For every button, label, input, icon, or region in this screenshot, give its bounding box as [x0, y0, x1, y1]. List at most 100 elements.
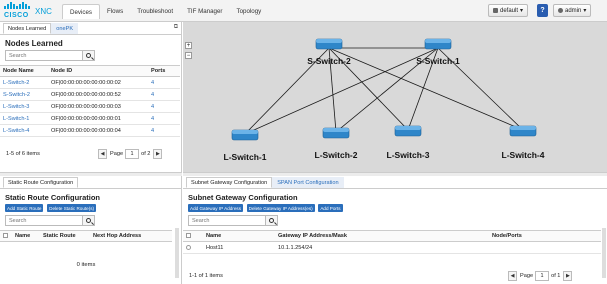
table-row: S-Switch-2 OF|00:00:00:00:00:00:00:52 4 — [0, 88, 180, 101]
row-select-cell — [183, 241, 203, 254]
delete-static-route-button[interactable]: Delete Static Route(s) — [47, 204, 97, 212]
switch-label: L-Switch-3 — [387, 150, 430, 160]
nodes-panel: Nodes Learned onePK ⧉ Nodes Learned Node… — [0, 22, 182, 172]
nav-tab-flows[interactable]: Flows — [100, 4, 130, 19]
logo-text: CISCO — [4, 12, 29, 19]
select-all-checkbox[interactable] — [3, 233, 8, 239]
static-route-search-input[interactable] — [5, 215, 83, 226]
table-row: Host11 10.1.1.254/24 — [183, 241, 601, 254]
add-ports-button[interactable]: Add Ports — [318, 204, 343, 212]
node-name-link[interactable]: S-Switch-2 — [0, 88, 48, 101]
select-all-checkbox[interactable] — [186, 233, 191, 239]
switch-icon-l1[interactable] — [231, 129, 259, 141]
subnet-table: Name Gateway IP Address/Mask Node/Ports … — [183, 230, 601, 254]
switch-icon-l2[interactable] — [322, 127, 350, 139]
node-name-link[interactable]: L-Switch-2 — [0, 76, 48, 89]
col-name[interactable]: Name — [12, 230, 40, 242]
search-icon — [269, 218, 274, 223]
topology-graph: S-Switch-2 S-Switch-1 L-Switch-1 L-Switc… — [224, 38, 545, 162]
nodes-search — [5, 50, 95, 61]
col-gateway[interactable]: Gateway IP Address/Mask — [275, 230, 489, 242]
scrollbar[interactable] — [602, 228, 606, 278]
tab-static-route[interactable]: Static Route Configuration — [3, 177, 79, 188]
static-route-table: Name Static Route Next Hop Address — [0, 230, 172, 242]
switch-icon-l4[interactable] — [509, 125, 537, 137]
nav-tab-tif-manager[interactable]: TIF Manager — [180, 4, 229, 19]
gateway-ports — [489, 241, 601, 254]
col-name[interactable]: Name — [203, 230, 275, 242]
ports-link[interactable]: 4 — [148, 76, 180, 89]
col-node-name[interactable]: Node Name — [0, 65, 48, 77]
gateway-name: Host11 — [203, 241, 275, 254]
tab-onepk[interactable]: onePK — [51, 23, 79, 34]
main-nav: Devices Flows Troubleshoot TIF Manager T… — [62, 4, 268, 19]
search-icon — [86, 218, 91, 223]
nodes-subtabs: Nodes Learned onePK ⧉ — [0, 22, 181, 35]
col-static-route[interactable]: Static Route — [40, 230, 90, 242]
ports-link[interactable]: 4 — [148, 88, 180, 101]
node-name-link[interactable]: L-Switch-3 — [0, 100, 48, 113]
profile-dropdown[interactable]: default ▾ — [488, 4, 529, 17]
switch-label: S-Switch-2 — [307, 56, 351, 66]
help-button[interactable]: ? — [537, 4, 548, 17]
nav-tab-topology[interactable]: Topology — [230, 4, 269, 19]
static-route-search-button[interactable] — [83, 215, 95, 226]
add-gateway-button[interactable]: Add Gateway IP Address — [188, 204, 243, 212]
user-icon — [558, 8, 563, 13]
page-input[interactable]: 1 — [125, 149, 140, 159]
nodes-summary: 1-5 of 6 items — [6, 151, 40, 157]
nav-tab-troubleshoot[interactable]: Troubleshoot — [130, 4, 180, 19]
nodes-search-input[interactable] — [5, 50, 83, 61]
node-id: OF|00:00:00:00:00:00:00:01 — [48, 112, 148, 125]
table-row: L-Switch-2 OF|00:00:00:00:00:00:00:02 4 — [0, 76, 180, 89]
subnet-pager: ◀ Page 1 of 1 ▶ — [508, 271, 573, 281]
caret-down-icon: ▾ — [520, 8, 524, 14]
switch-icon-s2[interactable] — [315, 38, 343, 50]
ports-link[interactable]: 4 — [148, 124, 180, 137]
user-dropdown[interactable]: admin ▾ — [553, 4, 592, 17]
subnet-subtabs: Subnet Gateway Configuration SPAN Port C… — [183, 176, 607, 189]
tab-nodes-learned[interactable]: Nodes Learned — [3, 23, 52, 34]
static-route-actions: Add Static Route Delete Static Route(s) — [5, 204, 181, 212]
nodes-search-button[interactable] — [83, 50, 95, 61]
row-radio[interactable] — [186, 244, 191, 250]
col-next-hop[interactable]: Next Hop Address — [90, 230, 172, 242]
switch-label: S-Switch-1 — [416, 56, 460, 66]
tab-subnet-gateway[interactable]: Subnet Gateway Configuration — [186, 177, 273, 188]
ports-link[interactable]: 4 — [148, 100, 180, 113]
popout-icon[interactable]: ⧉ — [174, 24, 178, 31]
page-input[interactable]: 1 — [535, 271, 550, 281]
switch-icon-s1[interactable] — [424, 38, 452, 50]
node-name-link[interactable]: L-Switch-1 — [0, 112, 48, 125]
subnet-summary: 1-1 of 1 items — [189, 273, 223, 279]
scrollbar[interactable] — [175, 228, 179, 278]
subnet-title: Subnet Gateway Configuration — [188, 193, 298, 202]
prev-page-button[interactable]: ◀ — [508, 271, 517, 281]
page-label: Page — [520, 273, 534, 279]
page-of: of 2 — [141, 151, 151, 157]
col-node-id[interactable]: Node ID — [48, 65, 148, 77]
col-ports[interactable]: Ports — [148, 65, 180, 77]
page-of: of 1 — [551, 273, 561, 279]
add-static-route-button[interactable]: Add Static Route — [5, 204, 44, 212]
static-route-search — [5, 215, 95, 226]
next-page-button[interactable]: ▶ — [563, 271, 573, 281]
profile-label: default — [500, 7, 519, 14]
select-all-cell — [183, 230, 203, 242]
next-page-button[interactable]: ▶ — [153, 149, 163, 159]
static-route-panel: Static Route Configuration Static Route … — [0, 176, 182, 284]
caret-down-icon: ▾ — [583, 8, 587, 14]
tab-span-port[interactable]: SPAN Port Configuration — [272, 177, 344, 188]
app-name: XNC — [35, 7, 52, 16]
subnet-search-button[interactable] — [266, 215, 278, 226]
prev-page-button[interactable]: ◀ — [98, 149, 107, 159]
static-route-title: Static Route Configuration — [5, 193, 100, 202]
col-node-ports[interactable]: Node/Ports — [489, 230, 601, 242]
ports-link[interactable]: 4 — [148, 112, 180, 125]
nav-tab-devices[interactable]: Devices — [62, 4, 101, 19]
topology-canvas[interactable]: + − S-Switch-2 S-Switch-1 L-Switch-1 L-S… — [183, 22, 607, 172]
switch-icon-l3[interactable] — [394, 125, 422, 137]
subnet-search-input[interactable] — [188, 215, 266, 226]
delete-gateway-button[interactable]: Delete Gateway IP Address(es) — [246, 204, 315, 212]
node-name-link[interactable]: L-Switch-4 — [0, 124, 48, 137]
